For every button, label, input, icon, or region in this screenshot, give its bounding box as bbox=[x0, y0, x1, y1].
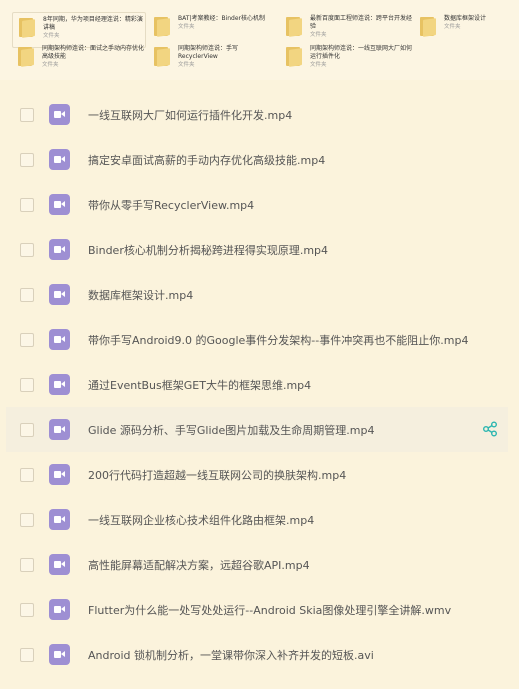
video-file-icon bbox=[49, 599, 70, 620]
folder-type: 文件夹 bbox=[178, 24, 195, 30]
folder-title: 8年同期，华为项目经理连说：精彩演讲稿 bbox=[43, 16, 143, 31]
folder-item[interactable]: 同期架构师连说：面试之手动内存优化高级技能 文件夹 bbox=[12, 42, 144, 76]
row-checkbox[interactable] bbox=[20, 377, 34, 392]
file-row[interactable]: 一线互联网企业核心技术组件化路由框架.mp4 bbox=[6, 497, 508, 542]
file-row[interactable]: 带你手写Android9.0 的Google事件分发架构--事件冲突再也不能阻止… bbox=[6, 317, 508, 362]
folder-type: 文件夹 bbox=[42, 62, 59, 68]
file-row[interactable]: 高性能屏幕适配解决方案，远超谷歌API.mp4 bbox=[6, 542, 508, 587]
file-row[interactable]: Flutter为什么能一处写处处运行--Android Skia图像处理引擎全讲… bbox=[6, 587, 508, 632]
folder-type: 文件夹 bbox=[444, 24, 461, 30]
file-row[interactable]: 一线互联网大厂如何运行插件化开发.mp4 bbox=[6, 92, 508, 137]
folder-type: 文件夹 bbox=[178, 62, 195, 68]
file-row[interactable]: Glide 源码分析、手写Glide图片加载及生命周期管理.mp4 bbox=[6, 407, 508, 452]
row-checkbox[interactable] bbox=[20, 332, 34, 347]
file-row[interactable]: 数据库框架设计.mp4 bbox=[6, 272, 508, 317]
folder-grid: 8年同期，华为项目经理连说：精彩演讲稿 文件夹 BAT|考案教经：Binder核… bbox=[0, 0, 519, 80]
folder-type: 文件夹 bbox=[310, 32, 327, 38]
video-file-icon bbox=[49, 374, 70, 395]
file-name[interactable]: Glide 源码分析、手写Glide图片加载及生命周期管理.mp4 bbox=[88, 422, 374, 438]
folder-item[interactable]: 同期架构师连说：手写RecyclerView 文件夹 bbox=[148, 42, 276, 76]
share-icon[interactable] bbox=[482, 421, 498, 437]
video-file-icon bbox=[49, 284, 70, 305]
row-checkbox[interactable] bbox=[20, 287, 34, 302]
row-checkbox[interactable] bbox=[20, 152, 34, 167]
file-name[interactable]: 数据库框架设计.mp4 bbox=[88, 287, 193, 303]
row-checkbox[interactable] bbox=[20, 242, 34, 257]
folder-title: 同期架构师连说：手写RecyclerView bbox=[178, 45, 239, 60]
folder-icon bbox=[18, 47, 34, 67]
file-name[interactable]: 高性能屏幕适配解决方案，远超谷歌API.mp4 bbox=[88, 557, 310, 573]
file-name[interactable]: Binder核心机制分析揭秘跨进程得实现原理.mp4 bbox=[88, 242, 328, 258]
row-checkbox[interactable] bbox=[20, 557, 34, 572]
row-checkbox[interactable] bbox=[20, 602, 34, 617]
file-name[interactable]: 200行代码打造超越一线互联网公司的换肤架构.mp4 bbox=[88, 467, 346, 483]
video-file-icon bbox=[49, 419, 70, 440]
folder-title: 同期架构师连说：面试之手动内存优化高级技能 bbox=[42, 45, 145, 60]
file-row[interactable]: 搞定安卓面试高薪的手动内存优化高级技能.mp4 bbox=[6, 137, 508, 182]
folder-icon bbox=[19, 18, 35, 38]
folder-type: 文件夹 bbox=[43, 33, 60, 39]
folder-title: 同期架构师连说：一线互联网大厂如何运行插件化 bbox=[310, 45, 413, 60]
file-name[interactable]: 搞定安卓面试高薪的手动内存优化高级技能.mp4 bbox=[88, 152, 325, 168]
file-name[interactable]: 带你手写Android9.0 的Google事件分发架构--事件冲突再也不能阻止… bbox=[88, 332, 468, 348]
file-name[interactable]: 一线互联网企业核心技术组件化路由框架.mp4 bbox=[88, 512, 314, 528]
folder-icon bbox=[154, 47, 170, 67]
file-row[interactable]: 通过EventBus框架GET大牛的框架思维.mp4 bbox=[6, 362, 508, 407]
row-checkbox[interactable] bbox=[20, 197, 34, 212]
folder-title: BAT|考案教经：Binder核心机制 bbox=[178, 15, 265, 22]
row-checkbox[interactable] bbox=[20, 467, 34, 482]
file-name[interactable]: 带你从零手写RecyclerView.mp4 bbox=[88, 197, 254, 213]
file-row[interactable]: Android 锁机制分析，一堂课带你深入补齐并发的短板.avi bbox=[6, 632, 508, 677]
row-checkbox[interactable] bbox=[20, 647, 34, 662]
folder-item[interactable]: 同期架构师连说：一线互联网大厂如何运行插件化 文件夹 bbox=[280, 42, 412, 76]
video-file-icon bbox=[49, 194, 70, 215]
row-checkbox[interactable] bbox=[20, 107, 34, 122]
file-name[interactable]: 一线互联网大厂如何运行插件化开发.mp4 bbox=[88, 107, 292, 123]
file-row[interactable]: Binder核心机制分析揭秘跨进程得实现原理.mp4 bbox=[6, 227, 508, 272]
folder-icon bbox=[286, 17, 302, 37]
file-name[interactable]: Flutter为什么能一处写处处运行--Android Skia图像处理引擎全讲… bbox=[88, 602, 451, 618]
file-name[interactable]: 通过EventBus框架GET大牛的框架思维.mp4 bbox=[88, 377, 311, 393]
folder-icon bbox=[420, 17, 436, 37]
video-file-icon bbox=[49, 509, 70, 530]
video-file-icon bbox=[49, 104, 70, 125]
folder-type: 文件夹 bbox=[310, 62, 327, 68]
file-row[interactable]: 带你从零手写RecyclerView.mp4 bbox=[6, 182, 508, 227]
row-checkbox[interactable] bbox=[20, 422, 34, 437]
video-file-icon bbox=[49, 644, 70, 665]
video-file-icon bbox=[49, 239, 70, 260]
file-name[interactable]: Android 锁机制分析，一堂课带你深入补齐并发的短板.avi bbox=[88, 647, 374, 663]
file-row[interactable]: 200行代码打造超越一线互联网公司的换肤架构.mp4 bbox=[6, 452, 508, 497]
folder-icon bbox=[286, 47, 302, 67]
row-checkbox[interactable] bbox=[20, 512, 34, 527]
folder-icon bbox=[154, 17, 170, 37]
folder-item[interactable]: BAT|考案教经：Binder核心机制 文件夹 bbox=[148, 12, 276, 46]
video-file-icon bbox=[49, 329, 70, 350]
folder-item[interactable]: 最新百度面工程师连说：跨平台开发经验 文件夹 bbox=[280, 12, 412, 46]
video-file-icon bbox=[49, 464, 70, 485]
folder-title: 数据库框架设计 bbox=[444, 15, 487, 22]
video-file-icon bbox=[49, 554, 70, 575]
folder-item[interactable]: 数据库框架设计 文件夹 bbox=[414, 12, 514, 46]
folder-title: 最新百度面工程师连说：跨平台开发经验 bbox=[310, 15, 413, 30]
video-file-icon bbox=[49, 149, 70, 170]
